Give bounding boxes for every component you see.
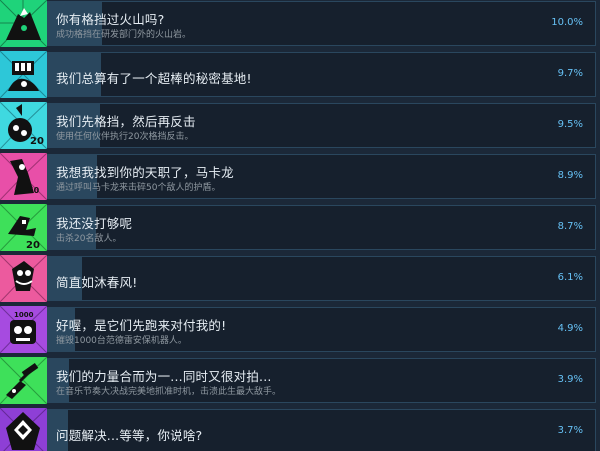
achievement-title: 我们先格挡，然后再反击 bbox=[56, 114, 196, 129]
kill-twenty-icon: 20 bbox=[0, 204, 47, 251]
breeze-icon bbox=[0, 255, 47, 302]
svg-text:20: 20 bbox=[30, 136, 44, 147]
achievement-title: 我想我找到你的天职了，马卡龙 bbox=[56, 165, 234, 180]
progress-bar: 我们总算有了一个超棒的秘密基地! 9.7% bbox=[47, 52, 596, 97]
progress-bar: 我还没打够呢 击杀20名敌人。 8.7% bbox=[47, 205, 596, 250]
svg-text:20: 20 bbox=[26, 240, 40, 251]
achievement-row: 问题解决...等等，你说啥? 3.7% bbox=[0, 408, 600, 451]
unlock-percent: 9.5% bbox=[557, 119, 583, 130]
unlock-percent: 8.7% bbox=[557, 221, 583, 232]
unlock-percent: 9.7% bbox=[557, 68, 583, 79]
guitar-icon bbox=[0, 357, 47, 404]
achievement-description: 在音乐节奏大决战完美地抓准时机，击溃此生最大敌手。 bbox=[56, 387, 282, 397]
achievement-description: 成功格挡在研发部门外的火山岩。 bbox=[56, 30, 192, 40]
progress-bar: 简直如沐春风! 6.1% bbox=[47, 256, 596, 301]
achievement-description: 使用任何伙伴执行20次格挡反击。 bbox=[56, 132, 194, 142]
progress-bar: 我们先格挡，然后再反击 使用任何伙伴执行20次格挡反击。 9.5% bbox=[47, 103, 596, 148]
macaron-icon: 50 bbox=[0, 153, 47, 200]
unlock-percent: 10.0% bbox=[551, 17, 583, 28]
achievement-row: 50 我想我找到你的天职了，马卡龙 通过呼叫马卡龙来击碎50个敌人的护盾。 8.… bbox=[0, 153, 600, 204]
robot-face-icon bbox=[0, 408, 47, 451]
achievement-row: 你有格挡过火山吗? 成功格挡在研发部门外的火山岩。 10.0% bbox=[0, 0, 600, 51]
achievement-title: 我们总算有了一个超棒的秘密基地! bbox=[56, 71, 252, 86]
achievement-row: 20 我们先格挡，然后再反击 使用任何伙伴执行20次格挡反击。 9.5% bbox=[0, 102, 600, 153]
achievement-row: 我们的力量合而为一...同时又很对拍... 在音乐节奏大决战完美地抓准时机，击溃… bbox=[0, 357, 600, 408]
parry-counter-icon: 20 bbox=[0, 102, 47, 149]
unlock-percent: 6.1% bbox=[557, 272, 583, 283]
progress-bar: 好喔，是它们先跑来对付我的! 摧毁1000台范德雷安保机器人。 4.9% bbox=[47, 307, 596, 352]
volcano-icon bbox=[0, 0, 47, 47]
achievement-row: 简直如沐春风! 6.1% bbox=[0, 255, 600, 306]
achievement-row: 1000 好喔，是它们先跑来对付我的! 摧毁1000台范德雷安保机器人。 4.9… bbox=[0, 306, 600, 357]
unlock-percent: 3.9% bbox=[557, 374, 583, 385]
hand-lab-icon bbox=[0, 51, 47, 98]
unlock-percent: 8.9% bbox=[557, 170, 583, 181]
achievement-description: 摧毁1000台范德雷安保机器人。 bbox=[56, 336, 187, 346]
achievement-title: 好喔，是它们先跑来对付我的! bbox=[56, 318, 227, 333]
achievement-list: 你有格挡过火山吗? 成功格挡在研发部门外的火山岩。 10.0% 我们总算有了一个… bbox=[0, 0, 600, 451]
achievement-description: 击杀20名敌人。 bbox=[56, 234, 122, 244]
achievement-title: 问题解决...等等，你说啥? bbox=[56, 428, 203, 443]
achievement-title: 我还没打够呢 bbox=[56, 216, 133, 231]
achievement-title: 简直如沐春风! bbox=[56, 275, 138, 290]
robot-1000-icon: 1000 bbox=[0, 306, 47, 353]
achievement-title: 我们的力量合而为一...同时又很对拍... bbox=[56, 369, 272, 384]
unlock-percent: 3.7% bbox=[557, 425, 583, 436]
achievement-row: 我们总算有了一个超棒的秘密基地! 9.7% bbox=[0, 51, 600, 102]
progress-bar: 问题解决...等等，你说啥? 3.7% bbox=[47, 409, 596, 451]
svg-text:50: 50 bbox=[28, 186, 40, 195]
progress-bar: 我想我找到你的天职了，马卡龙 通过呼叫马卡龙来击碎50个敌人的护盾。 8.9% bbox=[47, 154, 596, 199]
svg-text:1000: 1000 bbox=[14, 311, 34, 319]
achievement-row: 20 我还没打够呢 击杀20名敌人。 8.7% bbox=[0, 204, 600, 255]
progress-bar: 你有格挡过火山吗? 成功格挡在研发部门外的火山岩。 10.0% bbox=[47, 1, 596, 46]
achievement-description: 通过呼叫马卡龙来击碎50个敌人的护盾。 bbox=[56, 183, 221, 193]
unlock-percent: 4.9% bbox=[557, 323, 583, 334]
progress-bar: 我们的力量合而为一...同时又很对拍... 在音乐节奏大决战完美地抓准时机，击溃… bbox=[47, 358, 596, 403]
achievement-title: 你有格挡过火山吗? bbox=[56, 12, 165, 27]
